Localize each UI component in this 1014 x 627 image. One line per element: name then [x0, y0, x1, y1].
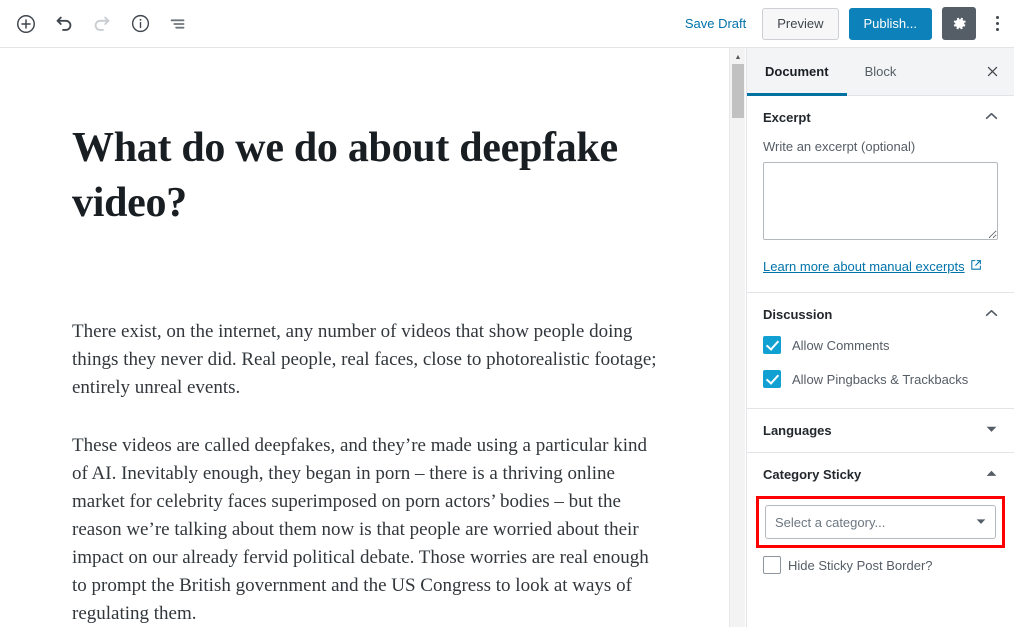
editor-top-toolbar: Save Draft Preview Publish... — [0, 0, 1014, 48]
excerpt-textarea[interactable] — [763, 162, 998, 240]
publish-button[interactable]: Publish... — [848, 7, 932, 40]
ellipsis-dot — [995, 28, 999, 31]
panel-excerpt-header[interactable]: Excerpt — [747, 96, 1014, 139]
settings-sidebar: Document Block Excerpt Write an excerpt … — [746, 48, 1014, 627]
panel-languages: Languages — [747, 409, 1014, 453]
content-info-icon[interactable] — [122, 6, 158, 42]
toolbar-left-group — [0, 6, 196, 42]
toolbar-right-group: Save Draft Preview Publish... — [679, 6, 1014, 42]
allow-pingbacks-checkbox[interactable] — [763, 370, 781, 388]
undo-icon[interactable] — [46, 6, 82, 42]
ellipsis-dot — [995, 16, 999, 19]
allow-comments-row[interactable]: Allow Comments — [763, 336, 998, 354]
hide-sticky-border-row[interactable]: Hide Sticky Post Border? — [747, 548, 1014, 574]
panel-excerpt-body: Write an excerpt (optional) Learn more a… — [747, 139, 1014, 292]
editor-canvas[interactable]: What do we do about deepfake video? Ther… — [0, 48, 729, 627]
ellipsis-dot — [995, 22, 999, 25]
panel-languages-header[interactable]: Languages — [747, 409, 1014, 452]
editor-scrollbar[interactable]: ▲ — [729, 48, 745, 627]
scroll-up-arrow-icon[interactable]: ▲ — [730, 50, 746, 64]
panel-discussion-title: Discussion — [763, 307, 833, 322]
chevron-up-icon — [985, 309, 998, 320]
panel-category-sticky: Category Sticky Select a category... Hid… — [747, 453, 1014, 574]
learn-more-excerpts-label: Learn more about manual excerpts — [763, 259, 965, 274]
preview-button[interactable]: Preview — [762, 7, 839, 40]
hide-sticky-border-checkbox[interactable] — [763, 556, 781, 574]
scrollbar-thumb[interactable] — [732, 64, 744, 118]
panel-category-sticky-title: Category Sticky — [763, 467, 862, 482]
panel-discussion-header[interactable]: Discussion — [747, 293, 1014, 336]
paragraph-block[interactable]: There exist, on the internet, any number… — [72, 318, 662, 402]
category-select-highlight: Select a category... — [756, 496, 1005, 548]
list-view-icon[interactable] — [160, 6, 196, 42]
allow-pingbacks-row[interactable]: Allow Pingbacks & Trackbacks — [763, 370, 998, 388]
chevron-down-icon — [976, 517, 986, 527]
panel-discussion: Discussion Allow Comments Allow Pingback… — [747, 293, 1014, 409]
external-link-icon — [970, 259, 982, 274]
save-draft-button[interactable]: Save Draft — [679, 12, 752, 35]
hide-sticky-border-label: Hide Sticky Post Border? — [788, 557, 933, 573]
panel-excerpt: Excerpt Write an excerpt (optional) Lear… — [747, 96, 1014, 293]
tab-document[interactable]: Document — [747, 48, 847, 96]
chevron-up-icon — [985, 469, 998, 480]
category-select-value: Select a category... — [775, 514, 886, 530]
chevron-up-icon — [985, 112, 998, 123]
paragraph-block[interactable]: These videos are called deepfakes, and t… — [72, 432, 662, 627]
allow-pingbacks-label: Allow Pingbacks & Trackbacks — [792, 371, 969, 387]
panel-languages-title: Languages — [763, 423, 832, 438]
panel-category-sticky-header[interactable]: Category Sticky — [747, 453, 1014, 496]
tab-block[interactable]: Block — [847, 48, 915, 95]
panel-excerpt-title: Excerpt — [763, 110, 811, 125]
allow-comments-checkbox[interactable] — [763, 336, 781, 354]
add-block-icon[interactable] — [8, 6, 44, 42]
redo-icon[interactable] — [84, 6, 120, 42]
category-select-dropdown[interactable]: Select a category... — [765, 505, 996, 539]
allow-comments-label: Allow Comments — [792, 337, 890, 353]
sidebar-tab-bar: Document Block — [747, 48, 1014, 96]
post-title-field[interactable]: What do we do about deepfake video? — [72, 121, 652, 230]
excerpt-field-label: Write an excerpt (optional) — [763, 139, 916, 154]
close-icon[interactable] — [970, 48, 1014, 95]
vertical-ellipsis-icon[interactable] — [986, 6, 1008, 42]
panel-discussion-body: Allow Comments Allow Pingbacks & Trackba… — [747, 336, 1014, 408]
learn-more-excerpts-link[interactable]: Learn more about manual excerpts — [763, 259, 982, 274]
gear-icon[interactable] — [942, 7, 976, 40]
chevron-down-icon — [985, 425, 998, 436]
